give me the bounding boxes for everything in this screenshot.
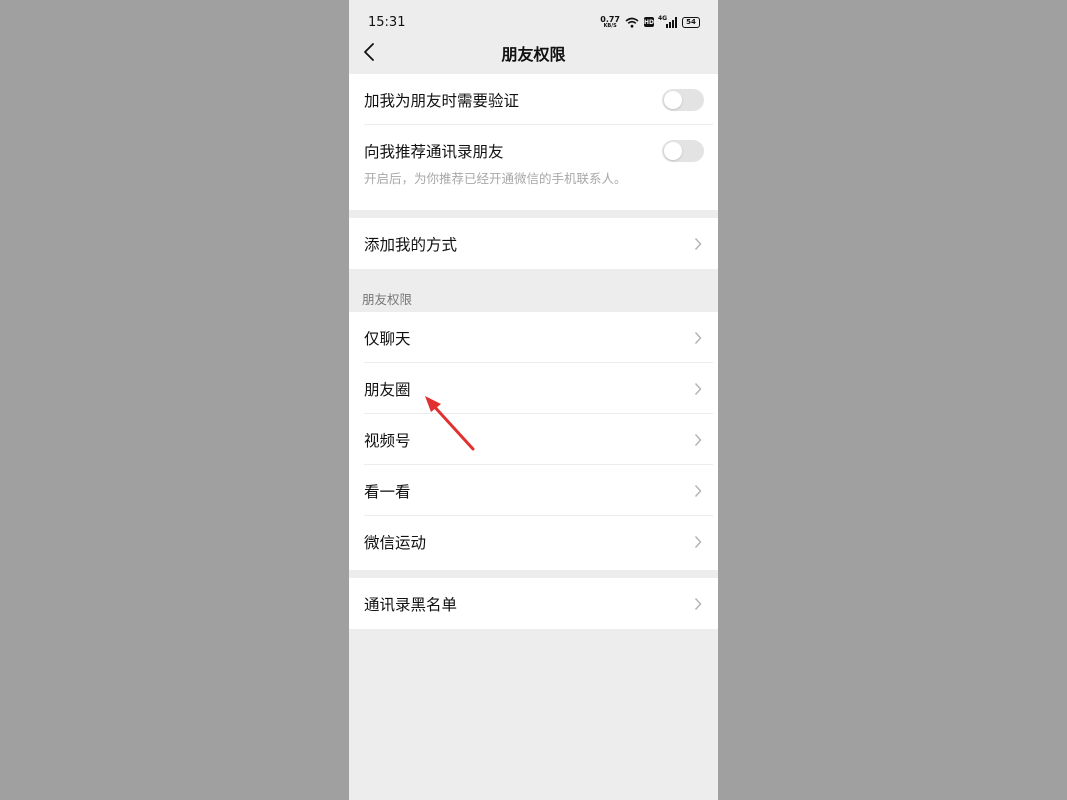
toggle-knob <box>664 141 682 160</box>
signal-icon: 4G <box>658 14 677 28</box>
nav-bar: 朋友权限 <box>349 32 718 74</box>
chevron-right-icon <box>694 597 702 610</box>
blacklist-group: 通讯录黑名单 <box>349 578 718 629</box>
toggle-knob <box>664 90 682 109</box>
blacklist-label: 通讯录黑名单 <box>364 595 458 614</box>
list-item-label: 看一看 <box>364 482 411 501</box>
add-methods-row[interactable]: 添加我的方式 <box>349 218 718 269</box>
chevron-right-icon <box>694 237 702 250</box>
list-item-label: 视频号 <box>364 431 411 450</box>
permissions-group: 仅聊天 朋友圈 视频号 看一看 微信运动 <box>349 312 718 570</box>
verify-row: 加我为朋友时需要验证 <box>349 74 718 125</box>
chevron-right-icon <box>694 382 702 395</box>
annotation-arrow-icon <box>425 396 475 451</box>
hd-icon: HD <box>644 17 655 27</box>
chevron-right-icon <box>694 484 702 497</box>
chevron-right-icon <box>694 535 702 548</box>
add-methods-label: 添加我的方式 <box>364 235 458 254</box>
status-time: 15:31 <box>368 14 406 30</box>
chevron-right-icon <box>694 433 702 446</box>
recommend-label: 向我推荐通讯录朋友 <box>364 142 504 161</box>
verify-toggle[interactable] <box>662 88 704 111</box>
signal-type: 4G <box>658 14 668 22</box>
recommend-toggle[interactable] <box>662 139 704 162</box>
list-item[interactable]: 朋友圈 <box>349 363 718 414</box>
phone-screen: 15:31 0.77 KB/S HD 4G 54 朋友权限 加我为朋友时需要验证… <box>349 0 718 800</box>
blacklist-row[interactable]: 通讯录黑名单 <box>349 578 718 629</box>
back-arrow-icon[interactable] <box>361 41 377 63</box>
add-methods-group: 添加我的方式 <box>349 218 718 269</box>
wifi-icon <box>625 17 639 28</box>
list-item-label: 仅聊天 <box>364 329 411 348</box>
list-item[interactable]: 视频号 <box>349 414 718 465</box>
recommend-row: 向我推荐通讯录朋友 <box>349 125 718 176</box>
list-item[interactable]: 微信运动 <box>349 516 718 567</box>
list-item[interactable]: 看一看 <box>349 465 718 516</box>
list-item-label: 微信运动 <box>364 533 427 552</box>
network-speed: 0.77 KB/S <box>600 15 620 29</box>
network-speed-unit: KB/S <box>603 22 617 29</box>
list-item[interactable]: 仅聊天 <box>349 312 718 363</box>
verify-group: 加我为朋友时需要验证 向我推荐通讯录朋友 开启后，为你推荐已经开通微信的手机联系… <box>349 74 718 210</box>
status-icons: 0.77 KB/S HD 4G 54 <box>600 14 700 29</box>
permissions-section-title: 朋友权限 <box>362 292 413 307</box>
verify-label: 加我为朋友时需要验证 <box>364 91 520 110</box>
chevron-right-icon <box>694 331 702 344</box>
page-title: 朋友权限 <box>501 45 566 64</box>
list-item-label: 朋友圈 <box>364 380 411 399</box>
battery-icon: 54 <box>682 16 700 28</box>
